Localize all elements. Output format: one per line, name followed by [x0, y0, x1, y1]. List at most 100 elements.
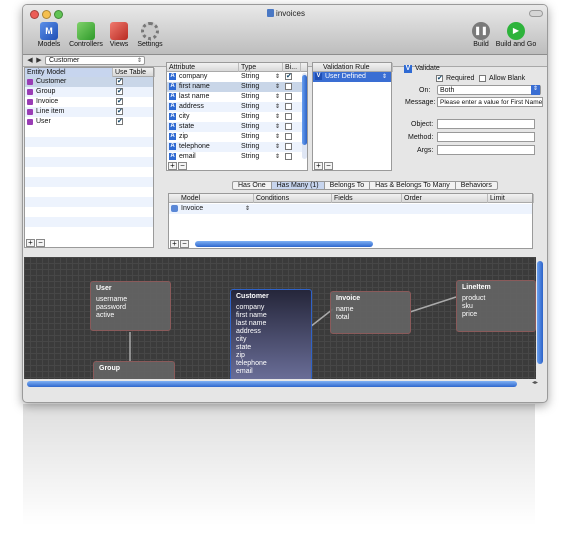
use-table-checkbox[interactable]: ✔	[116, 78, 123, 85]
use-table-checkbox[interactable]: ✔	[116, 118, 123, 125]
remove-entity-button[interactable]: −	[36, 239, 45, 247]
attribute-checkbox[interactable]	[285, 103, 292, 110]
remove-validation-button[interactable]: −	[324, 162, 333, 170]
relation-row[interactable]: Invoice ⇕	[169, 204, 532, 214]
diagram-vscroll[interactable]	[537, 261, 543, 364]
document-icon	[267, 9, 275, 17]
entity-row-group[interactable]: Group ✔	[25, 87, 153, 97]
on-select[interactable]: Both ⇕	[437, 85, 541, 95]
attribute-row[interactable]: Acity String ⇕	[167, 112, 307, 122]
add-validation-button[interactable]: +	[314, 162, 323, 170]
scroll-arrows-icon[interactable]: ◂▸	[532, 379, 538, 386]
relation-icon	[171, 205, 178, 212]
models-button[interactable]: M Models	[35, 22, 63, 48]
use-table-checkbox[interactable]: ✔	[116, 108, 123, 115]
updown-arrows-icon: ⇕	[275, 134, 281, 140]
connector-invoice-lineitem	[409, 296, 457, 313]
relation-tabs: Has One Has Many (1) Belongs To Has & Be…	[232, 181, 498, 190]
window-reflection	[22, 404, 548, 543]
message-field[interactable]: Please enter a value for First Name	[437, 97, 543, 107]
col-use-table[interactable]: Use Table	[113, 68, 155, 77]
updown-arrows-icon: ⇕	[245, 206, 251, 212]
relations-table-header: Model Conditions Fields Order Limit	[169, 194, 534, 203]
required-checkbox[interactable]: ✔	[436, 75, 443, 82]
tab-has-and-belongs-to-many[interactable]: Has & Belongs To Many	[370, 182, 456, 189]
attribute-row[interactable]: Atelephone String ⇕	[167, 142, 307, 152]
col-model[interactable]: Model	[169, 194, 254, 203]
attribute-checkbox[interactable]	[285, 143, 292, 150]
args-field[interactable]	[437, 145, 535, 155]
updown-arrows-icon: ⇕	[275, 104, 281, 110]
diagram-node-user[interactable]: User username password active	[90, 281, 171, 331]
build-and-go-button[interactable]: ▶ Build and Go	[494, 22, 538, 48]
toolbar-toggle-button[interactable]	[529, 10, 543, 17]
use-table-checkbox[interactable]: ✔	[116, 98, 123, 105]
col-bi[interactable]: Bi...	[283, 63, 301, 72]
attribute-checkbox[interactable]	[285, 83, 292, 90]
remove-relation-button[interactable]: −	[180, 240, 189, 248]
diagram-node-group[interactable]: Group	[93, 361, 175, 379]
controllers-button[interactable]: Controllers	[67, 22, 105, 48]
attribute-row[interactable]: Afirst name String ⇕	[167, 82, 307, 92]
attribute-checkbox[interactable]	[285, 123, 292, 130]
attribute-icon: A	[169, 153, 176, 160]
build-button[interactable]: ❚❚ Build	[470, 22, 492, 48]
attribute-checkbox[interactable]	[285, 133, 292, 140]
attribute-checkbox[interactable]	[285, 113, 292, 120]
model-selector[interactable]: Customer ⇕	[45, 56, 145, 65]
tab-has-many[interactable]: Has Many (1)	[271, 182, 325, 189]
attribute-row[interactable]: Astate String ⇕	[167, 122, 307, 132]
col-order[interactable]: Order	[402, 194, 488, 203]
diagram-node-invoice[interactable]: Invoice name total	[330, 291, 411, 334]
add-entity-button[interactable]: +	[26, 239, 35, 247]
attribute-icon: A	[169, 143, 176, 150]
window-title: invoices	[23, 9, 547, 18]
add-attribute-button[interactable]: +	[168, 162, 177, 170]
updown-arrows-icon: ⇕	[275, 154, 281, 160]
attribute-row[interactable]: Aaddress String ⇕	[167, 102, 307, 112]
controllers-cube-icon	[77, 22, 95, 40]
method-field[interactable]	[437, 132, 535, 142]
col-entity-model[interactable]: Entity Model	[25, 68, 113, 77]
args-label: Args:	[417, 147, 434, 154]
attribute-row[interactable]: Acompany String ⇕ ✔	[167, 72, 307, 82]
attribute-row[interactable]: Aemail String ⇕	[167, 152, 307, 162]
diagram-node-customer[interactable]: Customer company first name last name ad…	[230, 289, 312, 379]
attribute-row[interactable]: Azip String ⇕	[167, 132, 307, 142]
validation-rule-row[interactable]: V User Defined ⇕	[313, 72, 391, 82]
tab-behaviors[interactable]: Behaviors	[456, 182, 497, 189]
diagram-hscroll-thumb[interactable]	[27, 381, 517, 387]
use-table-checkbox[interactable]: ✔	[116, 88, 123, 95]
attribute-checkbox[interactable]	[285, 93, 292, 100]
settings-button[interactable]: Settings	[136, 22, 164, 48]
attribute-checkbox[interactable]: ✔	[285, 73, 292, 80]
message-label: Message:	[405, 99, 436, 106]
entity-row-customer[interactable]: Customer ✔	[25, 77, 153, 87]
allow-blank-checkbox[interactable]	[479, 75, 486, 82]
entity-row-invoice[interactable]: Invoice ✔	[25, 97, 153, 107]
col-limit[interactable]: Limit	[488, 194, 534, 203]
col-fields[interactable]: Fields	[332, 194, 402, 203]
add-relation-button[interactable]: +	[170, 240, 179, 248]
entity-row-line-item[interactable]: Line item ✔	[25, 107, 153, 117]
attribute-scrollbar[interactable]	[302, 73, 307, 159]
col-attribute[interactable]: Attribute	[167, 63, 239, 72]
attribute-checkbox[interactable]	[285, 153, 292, 160]
remove-attribute-button[interactable]: −	[178, 162, 187, 170]
tab-belongs-to[interactable]: Belongs To	[325, 182, 371, 189]
scroll-thumb[interactable]	[302, 75, 307, 145]
attribute-row[interactable]: Alast name String ⇕	[167, 92, 307, 102]
col-conditions[interactable]: Conditions	[254, 194, 332, 203]
attribute-icon: A	[169, 93, 176, 100]
relations-hscroll-thumb[interactable]	[195, 241, 373, 247]
object-field[interactable]	[437, 119, 535, 129]
views-button[interactable]: Views	[107, 22, 131, 48]
diagram-canvas[interactable]: User username password active Customer c…	[24, 257, 536, 379]
diagram-node-lineitem[interactable]: LineItem product sku price	[456, 280, 536, 332]
tab-has-one[interactable]: Has One	[233, 182, 272, 189]
entity-row-user[interactable]: User ✔	[25, 117, 153, 127]
allow-blank-label: Allow Blank	[489, 75, 526, 82]
forward-button[interactable]: ▶	[34, 56, 44, 65]
col-type[interactable]: Type	[239, 63, 283, 72]
scroll-thumb[interactable]	[537, 261, 543, 364]
